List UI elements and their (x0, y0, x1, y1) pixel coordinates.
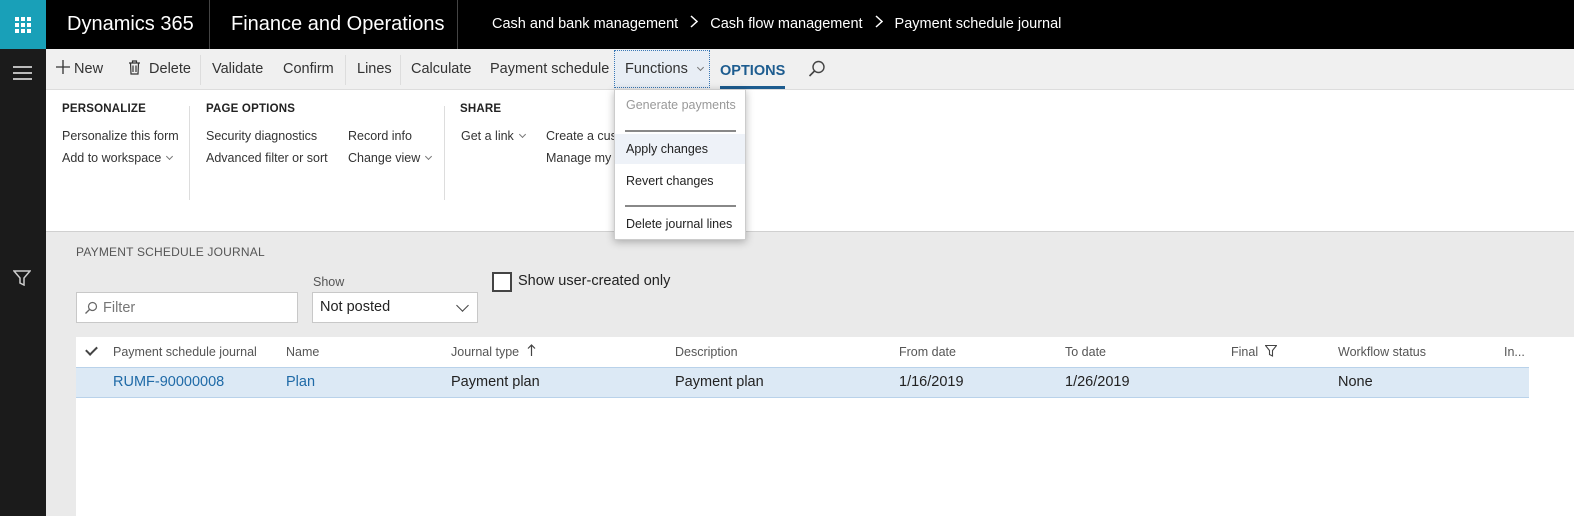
column-header-journal[interactable]: Payment schedule journal (113, 337, 257, 367)
menu-item-apply-changes[interactable]: Apply changes (615, 134, 745, 164)
lines-button[interactable]: Lines (357, 49, 392, 90)
chevron-right-icon (875, 0, 883, 49)
app-name[interactable]: Finance and Operations (210, 0, 458, 49)
hamburger-menu-icon[interactable] (13, 66, 32, 84)
plus-icon (56, 60, 70, 74)
cell-name[interactable]: Plan (286, 368, 315, 397)
cell-journal[interactable]: RUMF-90000008 (113, 368, 224, 397)
column-header-final-label: Final (1231, 345, 1259, 359)
share-heading: SHARE (460, 103, 502, 115)
column-header-name[interactable]: Name (286, 337, 319, 367)
chevron-down-icon (425, 152, 433, 161)
change-view-link[interactable]: Change view (348, 151, 433, 165)
tab-options-label: OPTIONS (720, 63, 786, 79)
breadcrumb-item-cash-flow[interactable]: Cash flow management (710, 0, 862, 49)
user-created-checkbox[interactable] (492, 272, 512, 292)
column-header-to-date[interactable]: To date (1065, 337, 1106, 367)
column-header-description[interactable]: Description (675, 337, 738, 367)
journal-grid: Payment schedule journal Name Journal ty… (76, 337, 1574, 516)
sort-ascending-icon (527, 344, 536, 356)
show-select-value: Not posted (320, 299, 391, 315)
chevron-down-icon (456, 299, 469, 312)
breadcrumb-item-cash-bank[interactable]: Cash and bank management (492, 0, 678, 49)
trash-icon (129, 60, 140, 75)
chevron-down-icon (696, 63, 704, 72)
cell-journal-type: Payment plan (451, 374, 540, 390)
payment-schedule-button[interactable]: Payment schedule (490, 49, 609, 90)
cell-to-date: 1/26/2019 (1065, 374, 1130, 390)
add-to-workspace-link[interactable]: Add to workspace (62, 151, 174, 165)
divider (189, 106, 190, 200)
advanced-filter-link[interactable]: Advanced filter or sort (206, 151, 328, 165)
table-row[interactable]: RUMF-90000008 Plan Payment plan Payment … (76, 367, 1529, 398)
options-ribbon: PERSONALIZE Personalize this form Add to… (46, 90, 1574, 232)
filter-pane-icon[interactable] (12, 270, 32, 291)
manage-my-alerts-link[interactable]: Manage my (546, 151, 611, 165)
functions-dropdown-menu: Generate payments Apply changes Revert c… (614, 89, 746, 240)
filter-icon (1263, 344, 1278, 357)
divider (345, 55, 346, 85)
page-options-heading: PAGE OPTIONS (206, 103, 296, 115)
filter-field[interactable] (76, 292, 298, 323)
app-launcher-button[interactable] (0, 0, 46, 49)
column-header-final[interactable]: Final (1231, 337, 1278, 367)
functions-button-label: Functions (625, 61, 688, 77)
get-link-label: Get a link (461, 129, 514, 143)
cell-from-date: 1/16/2019 (899, 374, 964, 390)
show-select[interactable]: Not posted (312, 292, 478, 323)
column-header-journal-type[interactable]: Journal type (451, 337, 536, 367)
new-button-label: New (74, 61, 104, 77)
add-to-workspace-label: Add to workspace (62, 151, 162, 165)
confirm-button[interactable]: Confirm (283, 49, 334, 90)
validate-button[interactable]: Validate (212, 49, 263, 90)
divider (400, 55, 401, 85)
chevron-down-icon (518, 130, 526, 139)
new-button[interactable]: New (56, 49, 103, 90)
cell-workflow-status: None (1338, 374, 1373, 390)
divider (444, 106, 445, 200)
waffle-icon (15, 16, 31, 33)
column-header-journal-type-label: Journal type (451, 345, 520, 359)
column-header-from-date[interactable]: From date (899, 337, 956, 367)
action-pane: New Delete Validate Confirm Lines Calcul… (46, 49, 1574, 90)
menu-item-delete-journal-lines[interactable]: Delete journal lines (615, 209, 745, 239)
menu-item-generate-payments: Generate payments (626, 98, 736, 112)
breadcrumb: Cash and bank management Cash flow manag… (492, 0, 1061, 49)
personalize-form-link[interactable]: Personalize this form (62, 129, 179, 143)
delete-button[interactable]: Delete (128, 49, 191, 90)
left-navigation-rail (0, 49, 46, 516)
filter-input[interactable] (103, 297, 293, 319)
delete-button-label: Delete (149, 61, 191, 77)
security-diagnostics-link[interactable]: Security diagnostics (206, 129, 317, 143)
brand-name[interactable]: Dynamics 365 (46, 0, 210, 49)
column-header-workflow-status[interactable]: Workflow status (1338, 337, 1426, 367)
calculate-button[interactable]: Calculate (411, 49, 471, 90)
create-custom-alert-link[interactable]: Create a cust (546, 129, 620, 143)
change-view-label: Change view (348, 151, 421, 165)
select-all-check-icon[interactable] (85, 343, 98, 356)
top-navigation-bar: Dynamics 365 Finance and Operations Cash… (0, 0, 1574, 49)
menu-divider (625, 205, 736, 207)
chevron-right-icon (690, 0, 699, 49)
search-icon (84, 301, 98, 320)
functions-button[interactable]: Functions (614, 50, 710, 88)
page-title: PAYMENT SCHEDULE JOURNAL (76, 245, 265, 259)
cell-description: Payment plan (675, 374, 764, 390)
menu-item-revert-changes[interactable]: Revert changes (615, 166, 745, 196)
breadcrumb-item-current: Payment schedule journal (894, 16, 1062, 32)
search-icon[interactable] (808, 60, 826, 83)
show-label: Show (313, 275, 345, 289)
column-header-in[interactable]: In... (1504, 337, 1525, 367)
chevron-down-icon (166, 152, 174, 161)
get-link-button[interactable]: Get a link (461, 129, 526, 143)
personalize-heading: PERSONALIZE (62, 103, 146, 115)
record-info-link[interactable]: Record info (348, 129, 412, 143)
tab-options[interactable]: OPTIONS (720, 49, 786, 90)
user-created-label[interactable]: Show user-created only (518, 273, 670, 289)
menu-divider (625, 130, 736, 132)
divider (200, 55, 201, 85)
